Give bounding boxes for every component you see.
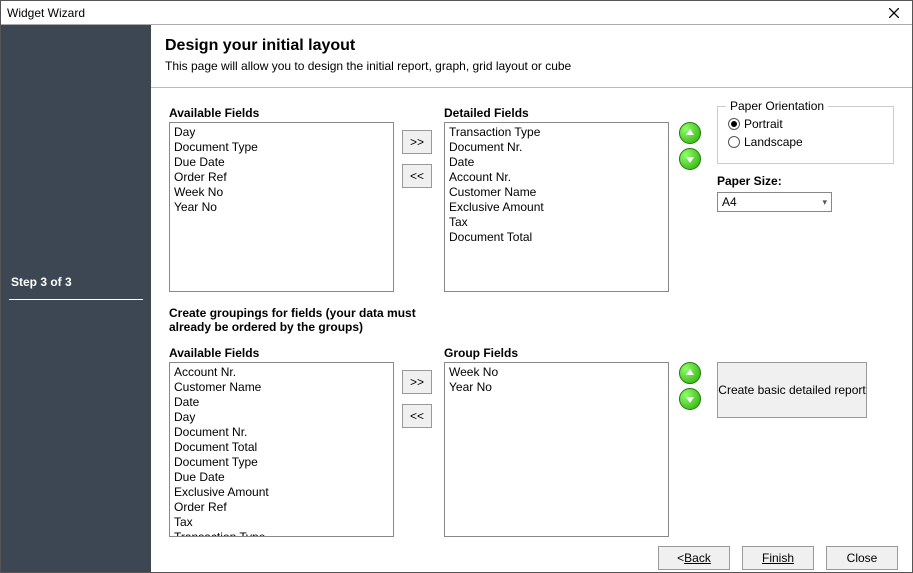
- close-button[interactable]: [882, 3, 906, 23]
- portrait-label: Portrait: [744, 117, 783, 131]
- step-label: Step 3 of 3: [1, 275, 151, 299]
- paper-orientation-legend: Paper Orientation: [726, 99, 828, 113]
- move-buttons-bottom: >> <<: [402, 346, 436, 428]
- list-item[interactable]: Year No: [449, 380, 664, 395]
- group-fields-list[interactable]: Week NoYear No: [444, 362, 669, 537]
- list-item[interactable]: Customer Name: [174, 380, 389, 395]
- list-item[interactable]: Document Total: [449, 230, 664, 245]
- list-item[interactable]: Tax: [174, 515, 389, 530]
- list-item[interactable]: Exclusive Amount: [449, 200, 664, 215]
- list-item[interactable]: Document Nr.: [449, 140, 664, 155]
- close-footer-button[interactable]: Close: [826, 546, 898, 570]
- layout-row-bottom: Available Fields Account Nr.Customer Nam…: [169, 346, 894, 537]
- paper-size-select[interactable]: A4 ▾: [717, 192, 832, 212]
- paper-settings-column: Paper Orientation Portrait Landscape Pap…: [711, 106, 894, 212]
- list-item[interactable]: Week No: [449, 365, 664, 380]
- group-available-label: Available Fields: [169, 346, 394, 360]
- group-move-up-button[interactable]: [679, 362, 701, 384]
- list-item[interactable]: Date: [449, 155, 664, 170]
- available-fields-list[interactable]: DayDocument TypeDue DateOrder RefWeek No…: [169, 122, 394, 292]
- list-item[interactable]: Document Type: [174, 140, 389, 155]
- sidebar: Step 3 of 3: [1, 25, 151, 572]
- group-move-right-button[interactable]: >>: [402, 370, 432, 394]
- reorder-buttons-top: [677, 106, 703, 170]
- arrow-up-icon: [685, 128, 695, 138]
- window-title: Widget Wizard: [7, 6, 85, 20]
- group-available-column: Available Fields Account Nr.Customer Nam…: [169, 346, 394, 537]
- list-item[interactable]: Account Nr.: [449, 170, 664, 185]
- close-icon: [889, 8, 899, 18]
- list-item[interactable]: Document Type: [174, 455, 389, 470]
- grouping-header: Create groupings for fields (your data m…: [169, 306, 429, 334]
- paper-orientation-group: Paper Orientation Portrait Landscape: [717, 106, 894, 164]
- move-up-button[interactable]: [679, 122, 701, 144]
- move-buttons-top: >> <<: [402, 106, 436, 188]
- group-move-down-button[interactable]: [679, 388, 701, 410]
- list-item[interactable]: Due Date: [174, 470, 389, 485]
- body: Step 3 of 3 Design your initial layout T…: [1, 25, 912, 572]
- list-item[interactable]: Year No: [174, 200, 389, 215]
- header-area: Design your initial layout This page wil…: [151, 25, 912, 81]
- paper-size-label: Paper Size:: [717, 174, 894, 188]
- titlebar: Widget Wizard: [1, 1, 912, 25]
- list-item[interactable]: Due Date: [174, 155, 389, 170]
- list-item[interactable]: Day: [174, 125, 389, 140]
- content: Available Fields DayDocument TypeDue Dat…: [151, 88, 912, 543]
- layout-row-top: Available Fields DayDocument TypeDue Dat…: [169, 106, 894, 292]
- create-report-column: Create basic detailed report: [711, 346, 894, 418]
- move-down-button[interactable]: [679, 148, 701, 170]
- list-item[interactable]: Customer Name: [449, 185, 664, 200]
- finish-button[interactable]: Finish: [742, 546, 814, 570]
- arrow-down-icon: [685, 154, 695, 164]
- list-item[interactable]: Document Total: [174, 440, 389, 455]
- create-basic-report-button[interactable]: Create basic detailed report: [717, 362, 867, 418]
- chevron-down-icon: ▾: [822, 197, 827, 208]
- widget-wizard-window: Widget Wizard Step 3 of 3 Design your in…: [0, 0, 913, 573]
- portrait-radio[interactable]: [728, 118, 740, 130]
- detailed-fields-column: Detailed Fields Transaction TypeDocument…: [444, 106, 669, 292]
- arrow-up-icon: [685, 368, 695, 378]
- detailed-fields-list[interactable]: Transaction TypeDocument Nr.DateAccount …: [444, 122, 669, 292]
- wizard-footer: < Back Finish Close: [151, 543, 912, 572]
- paper-size-value: A4: [722, 195, 737, 209]
- list-item[interactable]: Document Nr.: [174, 425, 389, 440]
- available-fields-label: Available Fields: [169, 106, 394, 120]
- group-available-list[interactable]: Account Nr.Customer NameDateDayDocument …: [169, 362, 394, 537]
- back-button[interactable]: < Back: [658, 546, 730, 570]
- move-right-button[interactable]: >>: [402, 130, 432, 154]
- reorder-buttons-bottom: [677, 346, 703, 410]
- group-fields-column: Group Fields Week NoYear No: [444, 346, 669, 537]
- list-item[interactable]: Order Ref: [174, 170, 389, 185]
- list-item[interactable]: Day: [174, 410, 389, 425]
- main: Design your initial layout This page wil…: [151, 25, 912, 572]
- group-fields-label: Group Fields: [444, 346, 669, 360]
- list-item[interactable]: Tax: [449, 215, 664, 230]
- page-title: Design your initial layout: [165, 37, 898, 55]
- detailed-fields-label: Detailed Fields: [444, 106, 669, 120]
- list-item[interactable]: Transaction Type: [449, 125, 664, 140]
- landscape-radio[interactable]: [728, 136, 740, 148]
- arrow-down-icon: [685, 394, 695, 404]
- list-item[interactable]: Order Ref: [174, 500, 389, 515]
- step-underline: [9, 299, 143, 300]
- list-item[interactable]: Date: [174, 395, 389, 410]
- available-fields-column: Available Fields DayDocument TypeDue Dat…: [169, 106, 394, 292]
- landscape-radio-row[interactable]: Landscape: [728, 135, 883, 149]
- page-subtitle: This page will allow you to design the i…: [165, 59, 898, 73]
- list-item[interactable]: Transaction Type: [174, 530, 389, 537]
- landscape-label: Landscape: [744, 135, 803, 149]
- group-move-left-button[interactable]: <<: [402, 404, 432, 428]
- list-item[interactable]: Account Nr.: [174, 365, 389, 380]
- portrait-radio-row[interactable]: Portrait: [728, 117, 883, 131]
- list-item[interactable]: Exclusive Amount: [174, 485, 389, 500]
- move-left-button[interactable]: <<: [402, 164, 432, 188]
- list-item[interactable]: Week No: [174, 185, 389, 200]
